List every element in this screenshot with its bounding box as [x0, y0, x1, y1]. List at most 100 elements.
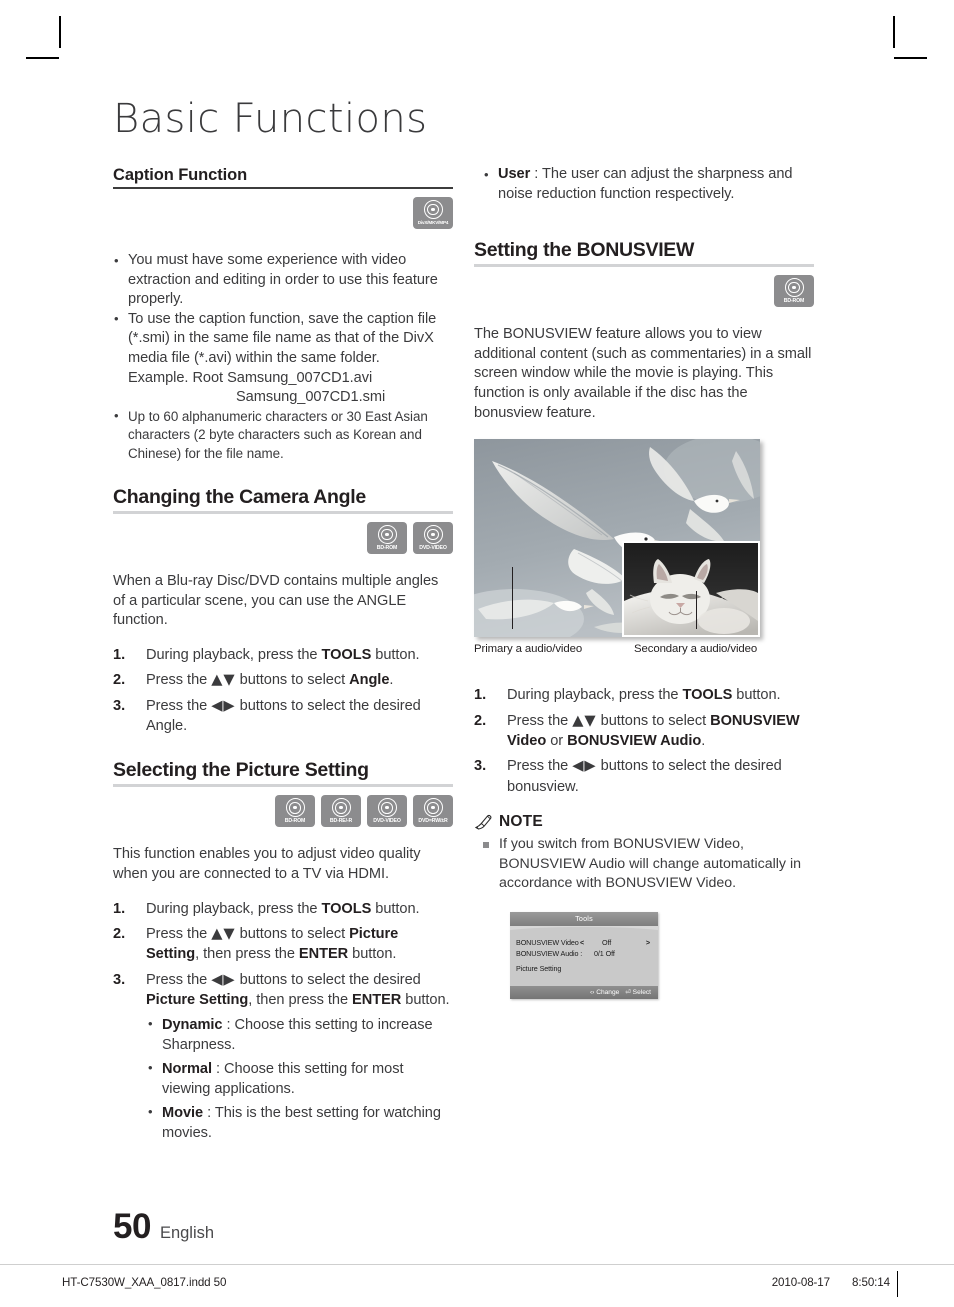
option-desc: : The user can adjust the sharpness and …	[498, 166, 793, 202]
step-text: buttons to select	[235, 672, 350, 689]
left-column: Caption Function DivX/MKV/MP4 You must h…	[113, 165, 453, 1148]
osd-row-bonusview-video[interactable]: BONUSVIEW Video < Off >	[516, 937, 652, 949]
step-text: Press the	[146, 672, 212, 689]
osd-title: Tools	[510, 911, 658, 926]
list-item: User : The user can adjust the sharpness…	[483, 164, 814, 204]
heading-rule	[113, 510, 453, 514]
picture-setting-steps: During playback, press the TOOLS button.…	[113, 899, 453, 1143]
manual-page: Basic Functions Caption Function DivX/MK…	[0, 0, 954, 1307]
crop-mark-top-right-vertical	[893, 16, 895, 48]
disc-badge-bd-re-r: BD-RE/-R	[321, 795, 361, 828]
osd-select-label: Select	[632, 989, 651, 997]
disc-badge-label: DVD-VIDEO	[419, 544, 447, 551]
page-title: Basic Functions	[113, 96, 428, 142]
step-bold: TOOLS	[321, 900, 372, 917]
example-line-2: Samsung_007CD1.smi	[236, 389, 386, 406]
disc-badge-label: BD-RE/-R	[329, 818, 353, 825]
step-text: Press the	[507, 712, 573, 729]
leftright-arrows-icon: ◀▶	[572, 757, 597, 775]
step-item: Press the ▲▼ buttons to select Picture S…	[113, 924, 453, 965]
step-text: button.	[371, 646, 420, 663]
disc-icon	[377, 524, 397, 544]
caption-primary: Primary a audio/video	[474, 643, 583, 656]
camera-angle-intro: When a Blu-ray Disc/DVD contains multipl…	[113, 572, 439, 629]
osd-row-bonusview-audio[interactable]: BONUSVIEW Audio : 0/1 Off	[516, 948, 652, 960]
option-desc: : This is the best setting for watching …	[162, 1104, 441, 1141]
osd-change-hint: ‹› Change	[590, 989, 619, 996]
bullet-text: To use the caption function, save the ca…	[128, 310, 437, 366]
bonusview-intro: The BONUSVIEW feature allows you to view…	[474, 326, 812, 421]
list-item: To use the caption function, save the ca…	[113, 309, 453, 408]
step-text: button.	[732, 687, 781, 704]
enter-key-icon: ⏎	[625, 989, 631, 997]
leader-line-secondary	[696, 591, 698, 630]
step-text: button.	[348, 946, 397, 963]
step-text: Press the	[146, 971, 212, 988]
picture-setting-options: Dynamic : Choose this setting to increas…	[146, 1014, 453, 1143]
updown-arrows-icon: ▲▼	[211, 924, 236, 942]
osd-wave-divider	[510, 925, 658, 934]
footer-time: 8:50:14	[852, 1276, 890, 1289]
step-text: Press the	[146, 697, 212, 714]
option-name: User	[498, 166, 531, 182]
disc-icon	[423, 524, 443, 544]
step-text: or	[546, 732, 568, 749]
step-text: buttons to select the desired	[235, 971, 421, 988]
osd-row-label: BONUSVIEW Audio :	[516, 949, 583, 959]
badge-row-caption-function: DivX/MKV/MP4	[113, 197, 453, 229]
disc-icon	[285, 798, 305, 818]
disc-badge-dvd-video: DVD-VIDEO	[413, 521, 453, 554]
disc-badge-label: BD-ROM	[376, 544, 398, 551]
crop-mark-top-right-horizontal	[894, 57, 927, 59]
change-arrows-icon: ‹›	[589, 988, 595, 996]
disc-badge-dvd-video: DVD-VIDEO	[367, 795, 407, 828]
tools-osd-menu: Tools BONUSVIEW Video < Off > BONUSVIEW …	[510, 911, 658, 999]
disc-badge-label: DVD=RW/±R	[418, 818, 448, 825]
disc-badge-label: DVD-VIDEO	[373, 818, 401, 825]
disc-badge-bd-rom: BD-ROM	[275, 795, 315, 828]
step-text: .	[701, 732, 706, 749]
heading-rule	[113, 187, 453, 189]
step-text: buttons to select	[596, 712, 711, 729]
step-text: , then press the	[248, 992, 353, 1009]
step-bold: TOOLS	[321, 646, 372, 663]
step-text: Press the	[507, 758, 573, 775]
step-item: During playback, press the TOOLS button.	[474, 685, 814, 706]
osd-row-picture-setting[interactable]: Picture Setting	[516, 963, 652, 975]
step-text: During playback, press the	[146, 900, 322, 917]
picture-setting-intro: This function enables you to adjust vide…	[113, 846, 421, 882]
osd-select-hint: ⏎ Select	[625, 988, 651, 996]
step-item: During playback, press the TOOLS button.	[113, 899, 453, 920]
step-item: Press the ◀▶ buttons to select the desir…	[113, 696, 453, 737]
osd-change-label: Change	[596, 988, 620, 996]
badge-row-bonusview: BD-ROM	[474, 275, 814, 308]
disc-badge-label: BD-ROM	[284, 818, 306, 825]
step-item: Press the ◀▶ buttons to select the desir…	[113, 970, 453, 1143]
badge-row-picture-setting: BD-ROM BD-RE/-R DVD-VIDEO DVD=RW/±R	[113, 795, 453, 828]
heading-rule	[113, 784, 453, 788]
updown-arrows-icon: ▲▼	[572, 711, 597, 729]
user-option-list: User : The user can adjust the sharpness…	[474, 164, 814, 204]
page-number: 50	[113, 1207, 151, 1246]
disc-icon	[423, 200, 443, 219]
heading-bonusview: Setting the BONUSVIEW	[474, 239, 695, 262]
camera-angle-steps: During playback, press the TOOLS button.…	[113, 645, 453, 737]
osd-row-label: Picture Setting	[516, 963, 562, 973]
footer-timestamp: 2010-08-17 8:50:14	[772, 1276, 890, 1289]
secondary-video-image	[622, 541, 760, 638]
bonusview-figure	[474, 439, 760, 638]
list-item: Dynamic : Choose this setting to increas…	[146, 1014, 453, 1055]
step-item: Press the ▲▼ buttons to select Angle.	[113, 670, 453, 691]
page-language: English	[159, 1224, 215, 1242]
step-text: During playback, press the	[146, 646, 322, 663]
step-item: During playback, press the TOOLS button.	[113, 645, 453, 666]
list-item: Movie : This is the best setting for wat…	[146, 1102, 453, 1143]
heading-caption-function: Caption Function	[113, 166, 248, 184]
caption-function-bullets-small: Up to 60 alphanumeric characters or 30 E…	[113, 407, 453, 463]
osd-left-arrow-icon[interactable]: <	[580, 937, 584, 949]
step-text: buttons to select	[235, 925, 350, 942]
cat-illustration	[624, 543, 758, 636]
osd-right-arrow-icon[interactable]: >	[646, 937, 650, 949]
step-bold: Picture Setting	[146, 992, 249, 1009]
figure-captions: Primary a audio/video Secondary a audio/…	[474, 643, 774, 659]
